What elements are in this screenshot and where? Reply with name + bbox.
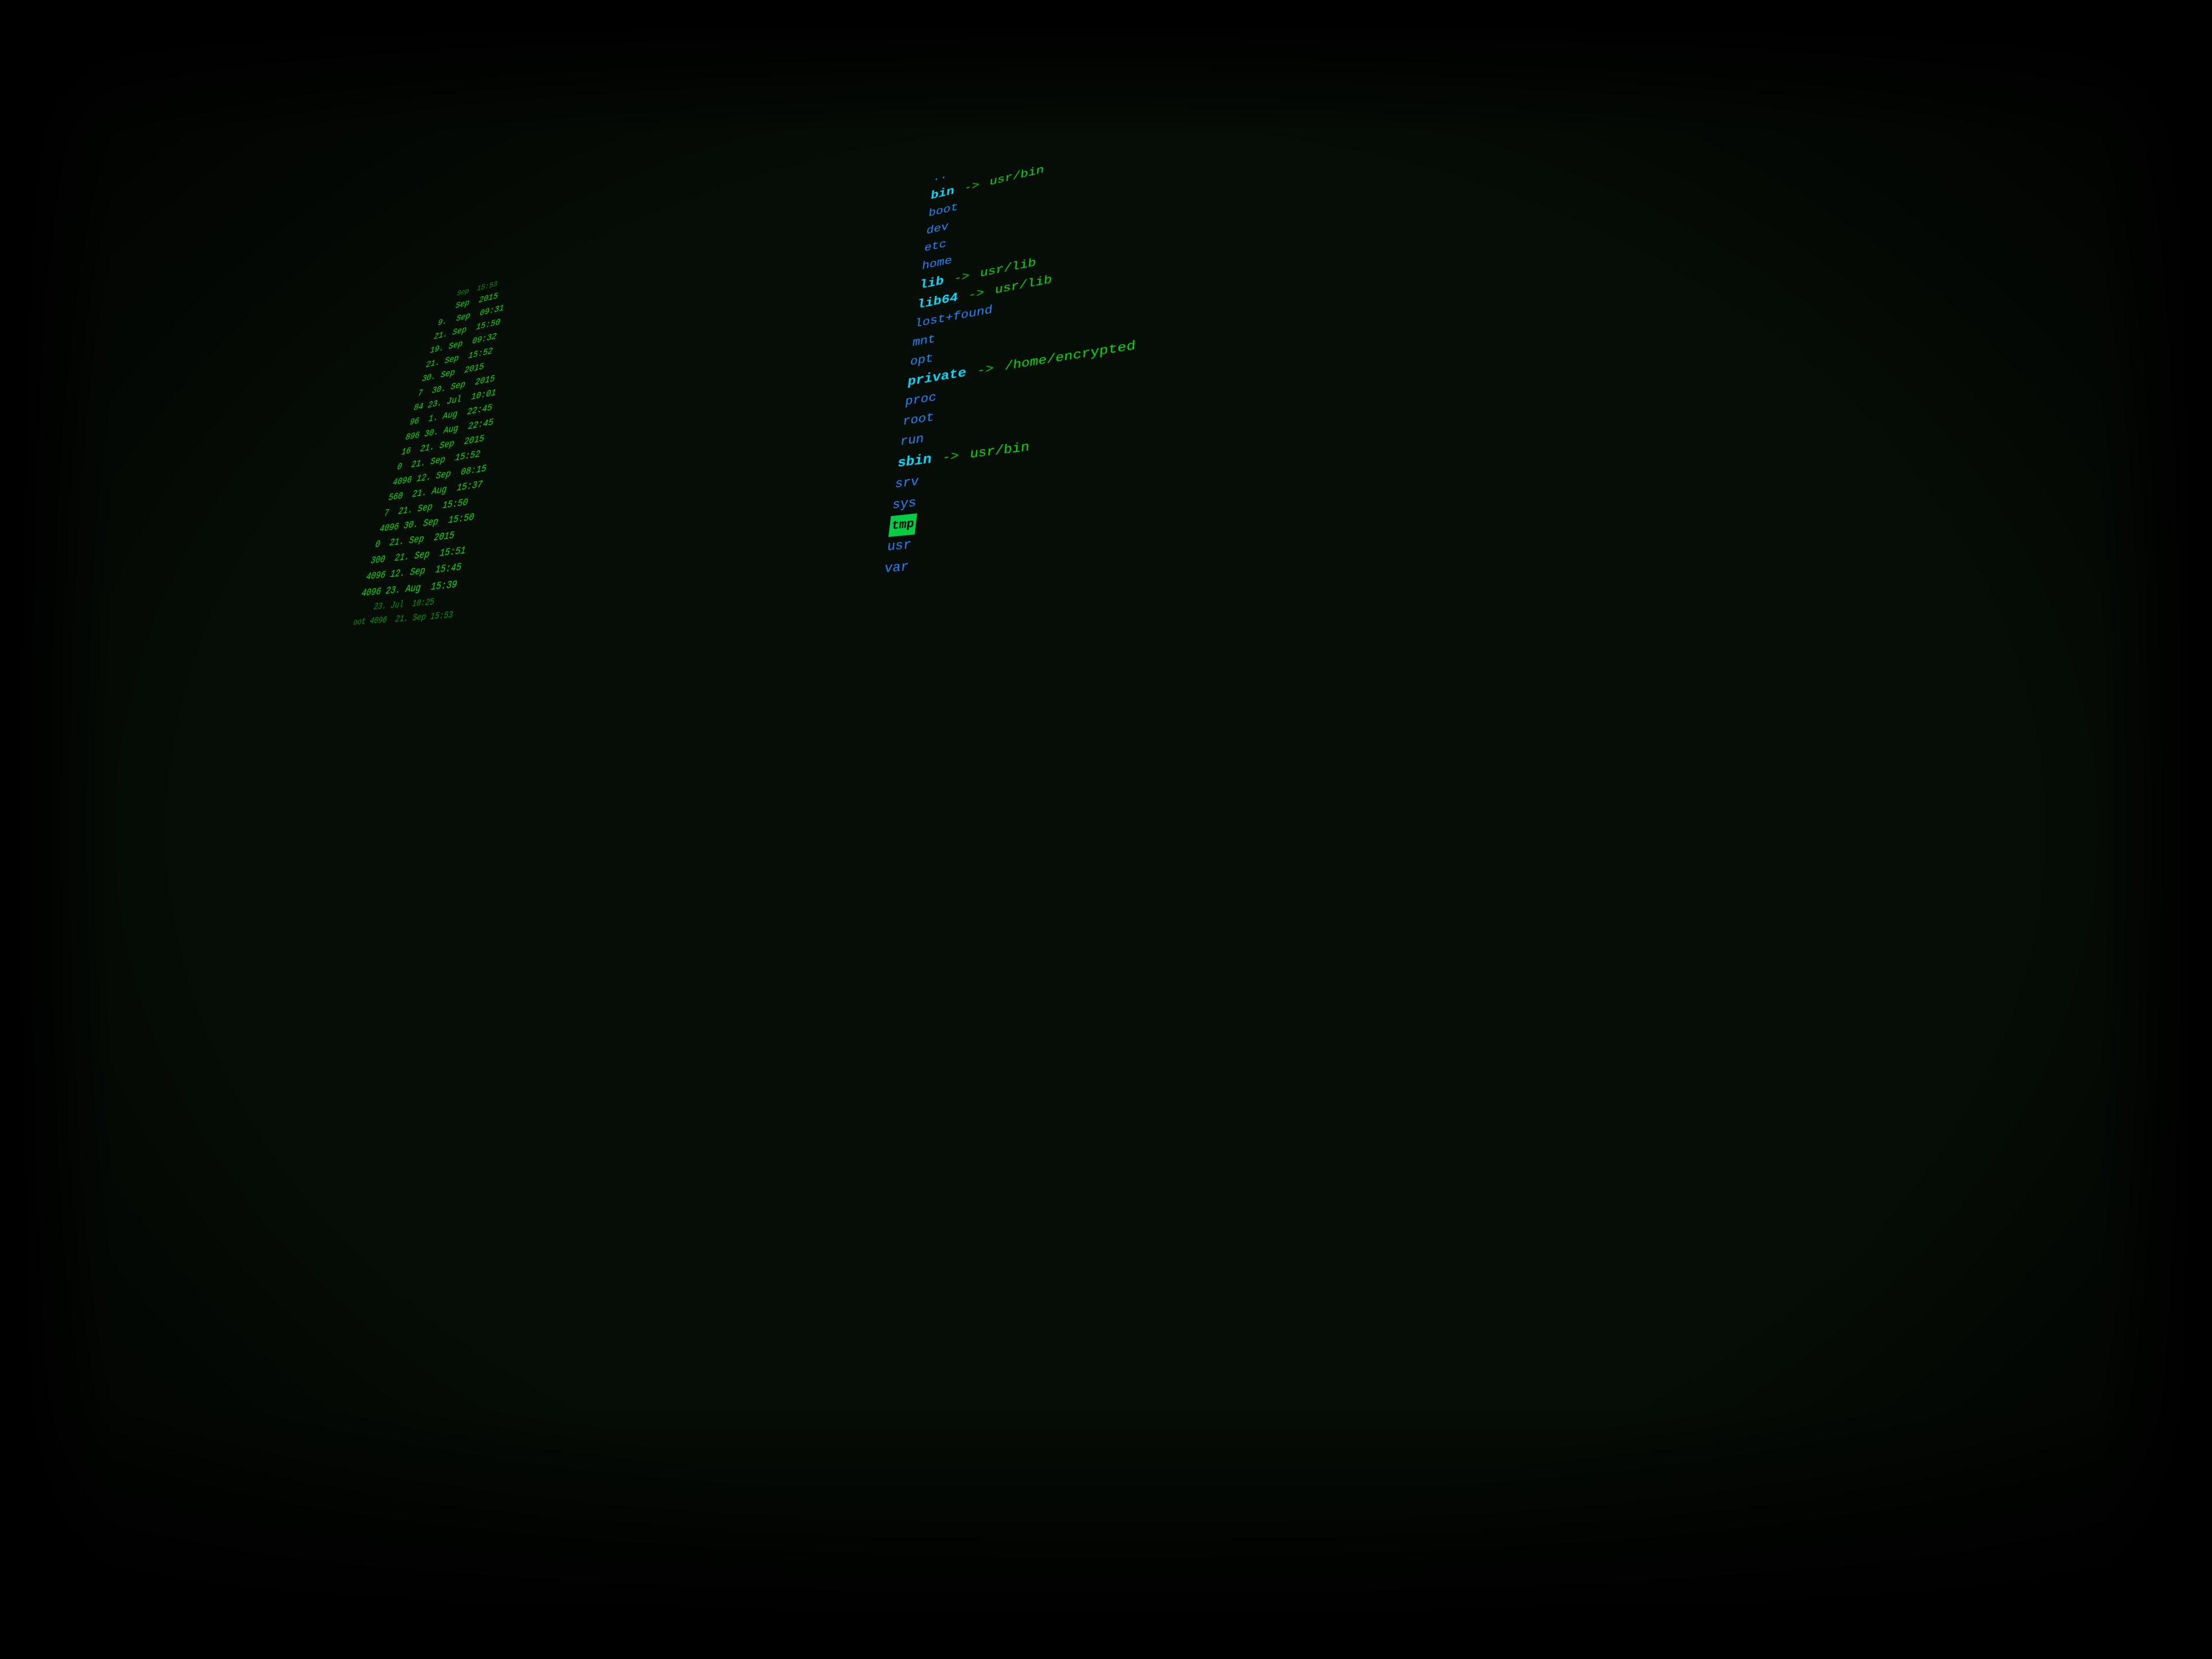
terminal-content: Sep 15:53 Sep 2015 9. Sep 09:31 21. Sep … <box>82 0 2212 1659</box>
right-panel: .. bin -> usr/bin boot dev etc home lib … <box>716 0 2212 1659</box>
dir-name-highlighted: tmp <box>888 513 917 536</box>
dir-name: srv <box>894 472 920 495</box>
terminal-screen: Sep 15:53 Sep 2015 9. Sep 09:31 21. Sep … <box>0 0 2212 1659</box>
dir-name: sys <box>891 492 918 516</box>
dir-name: usr <box>886 535 913 558</box>
dir-name: var <box>883 557 910 580</box>
